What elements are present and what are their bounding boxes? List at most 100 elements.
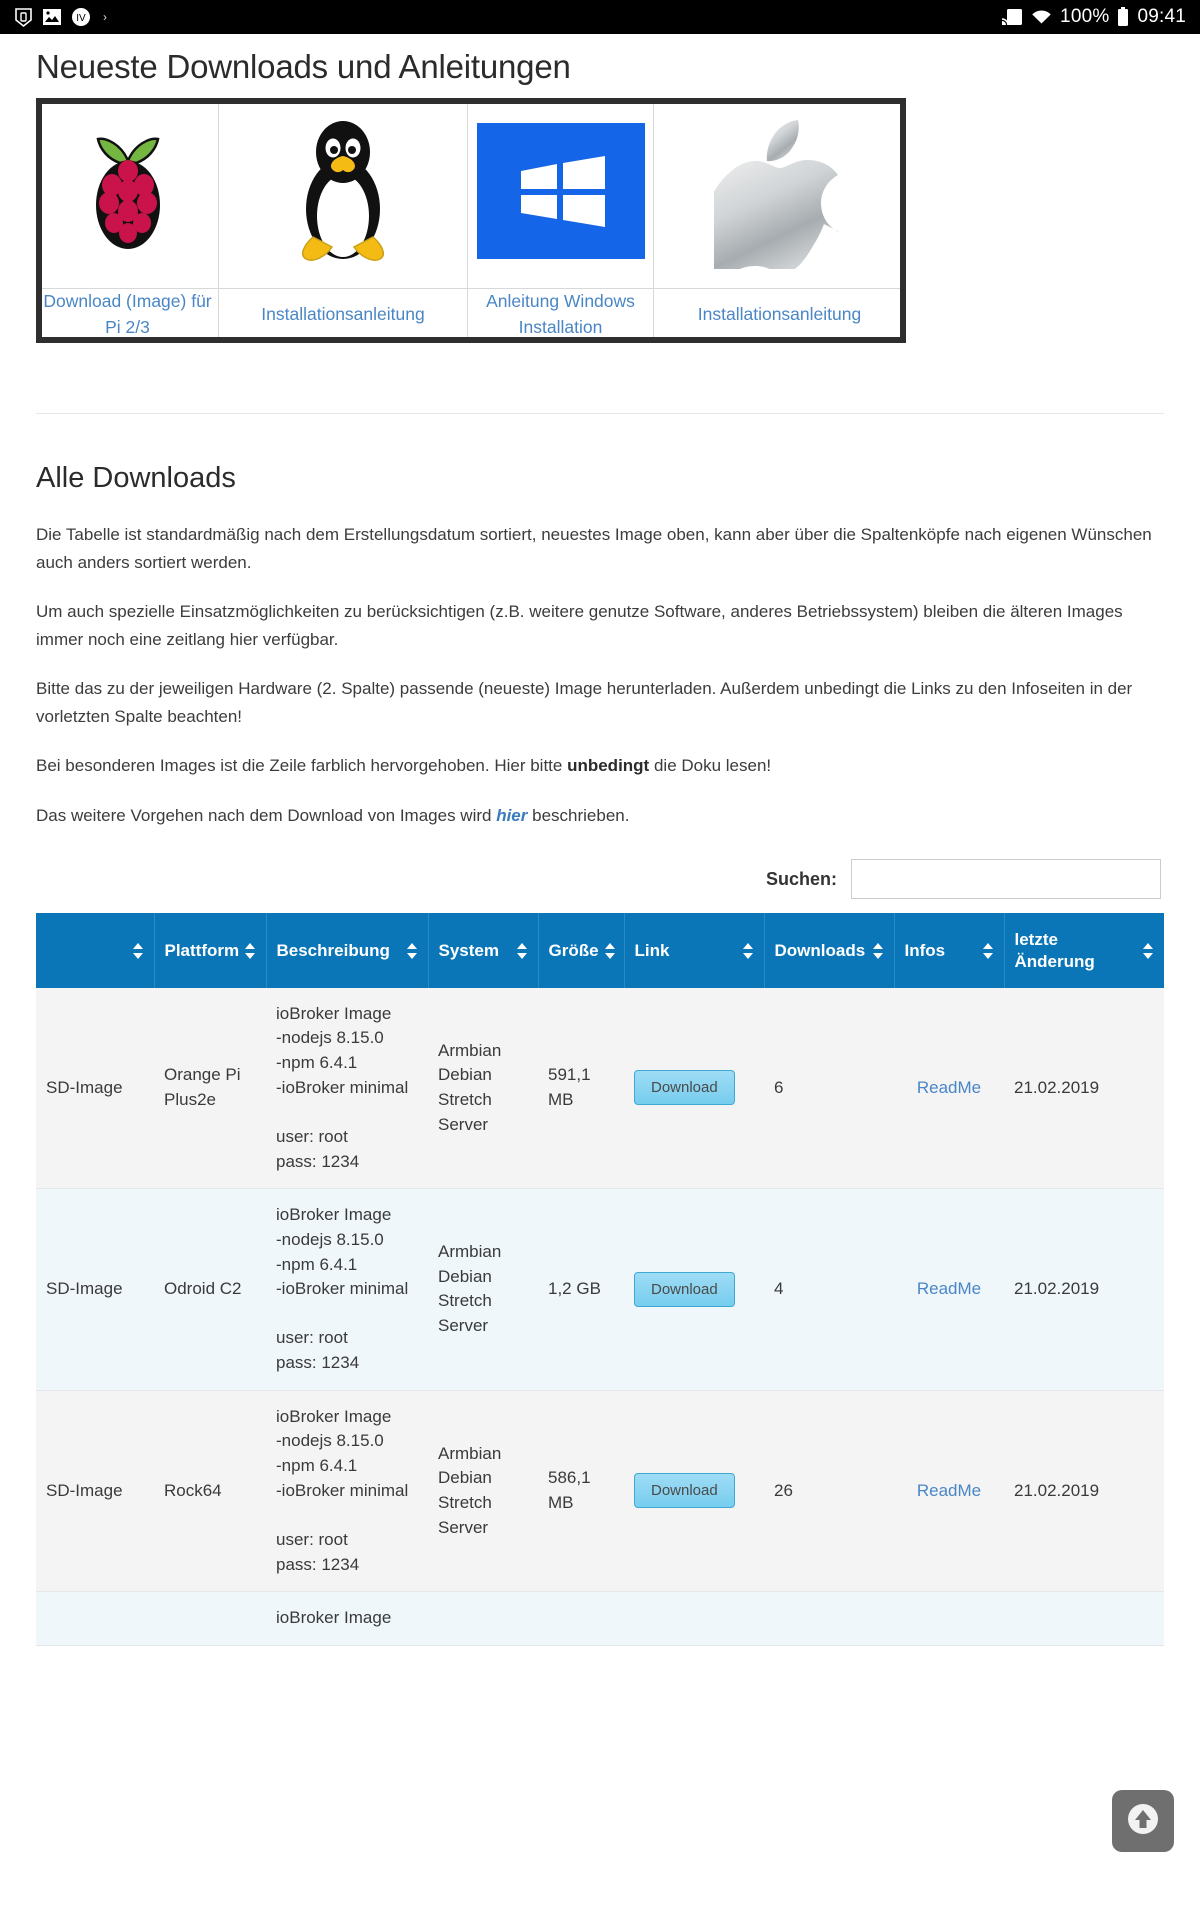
featured-link-cell-linux[interactable]: Installationsanleitung xyxy=(218,288,468,341)
download-button[interactable]: Download xyxy=(634,1070,735,1106)
sort-icon[interactable] xyxy=(742,942,754,960)
section-title: Alle Downloads xyxy=(36,462,236,494)
apple-logo-icon xyxy=(713,114,846,269)
sort-icon[interactable] xyxy=(982,942,994,960)
featured-links-row: Download (Image) für Pi 2/3 Installation… xyxy=(36,288,906,341)
featured-link-cell-raspberry[interactable]: Download (Image) für Pi 2/3 xyxy=(36,288,219,341)
cell-type xyxy=(36,1591,154,1646)
cell-link[interactable] xyxy=(624,1591,764,1646)
cell-downloads xyxy=(764,1591,894,1646)
download-button[interactable]: Download xyxy=(634,1473,735,1509)
search-input[interactable] xyxy=(851,859,1161,900)
featured-link-cell-windows[interactable]: Anleitung Windows Installation xyxy=(467,288,654,341)
cell-infos[interactable]: ReadMe xyxy=(894,1390,1004,1593)
arrow-up-circle-icon xyxy=(1126,1802,1160,1841)
paragraph-next-steps: Das weitere Vorgehen nach dem Download v… xyxy=(36,802,1164,830)
sort-icon[interactable] xyxy=(1143,942,1154,960)
cell-infos[interactable]: ReadMe xyxy=(894,1188,1004,1391)
downloads-table: Plattform Beschreibung System Größe Link… xyxy=(36,913,1164,1646)
cell-downloads: 6 xyxy=(764,987,894,1190)
paragraph-older-images: Um auch spezielle Einsatzmöglichkeiten z… xyxy=(36,602,1123,649)
cell-link[interactable]: Download xyxy=(624,1188,764,1391)
cell-infos[interactable] xyxy=(894,1591,1004,1646)
more-notifications-dot-icon: › xyxy=(103,10,107,24)
table-row[interactable]: ioBroker Image xyxy=(36,1591,1164,1646)
back-to-top-button[interactable] xyxy=(1112,1790,1174,1852)
column-header-plattform[interactable]: Plattform xyxy=(154,913,267,988)
column-header-type[interactable] xyxy=(36,913,155,988)
table-row[interactable]: SD-Image Orange Pi Plus2e ioBroker Image… xyxy=(36,987,1164,1190)
column-label-beschreibung: Beschreibung xyxy=(276,940,390,960)
cell-link[interactable]: Download xyxy=(624,987,764,1190)
featured-table: Download (Image) für Pi 2/3 Installation… xyxy=(36,98,906,341)
sort-icon[interactable] xyxy=(245,942,256,960)
paragraph-highlight-hint: Bei besonderen Images ist die Zeile farb… xyxy=(36,752,1164,780)
shield-icon xyxy=(14,7,33,28)
page-content: Neueste Downloads und Anleitungen Downlo… xyxy=(0,48,1200,1646)
featured-icons-row xyxy=(36,98,906,289)
column-header-infos[interactable]: Infos xyxy=(894,913,1005,988)
cell-type: SD-Image xyxy=(36,1188,154,1391)
paragraph-hardware-hint: Bitte das zu der jeweiligen Hardware (2.… xyxy=(36,679,1133,726)
readme-link[interactable]: ReadMe xyxy=(917,1078,981,1097)
hier-link[interactable]: hier xyxy=(496,806,527,825)
column-header-letzte-aenderung[interactable]: letzte Änderung xyxy=(1004,913,1164,988)
download-button[interactable]: Download xyxy=(634,1271,735,1307)
featured-downloads-block: Download (Image) für Pi 2/3 Installation… xyxy=(36,98,1164,343)
column-label-downloads: Downloads xyxy=(774,940,866,960)
table-row[interactable]: SD-Image Odroid C2 ioBroker Image -nodej… xyxy=(36,1188,1164,1391)
cell-type: SD-Image xyxy=(36,987,154,1190)
downloads-table-body: SD-Image Orange Pi Plus2e ioBroker Image… xyxy=(36,987,1164,1646)
clock-label: 09:41 xyxy=(1137,6,1186,27)
status-bar-right: 100% 09:41 xyxy=(1001,6,1186,28)
section-divider xyxy=(36,413,1164,414)
column-header-groesse[interactable]: Größe xyxy=(538,913,625,988)
column-header-beschreibung[interactable]: Beschreibung xyxy=(266,913,429,988)
cell-downloads: 26 xyxy=(764,1390,894,1593)
downloads-table-header-row: Plattform Beschreibung System Größe Link… xyxy=(36,913,1164,988)
highlight-hint-bold: unbedingt xyxy=(567,756,650,776)
column-header-system[interactable]: System xyxy=(428,913,539,988)
cell-description: ioBroker Image -nodejs 8.15.0 -npm 6.4.1… xyxy=(266,1390,428,1593)
featured-link-cell-apple[interactable]: Installationsanleitung xyxy=(653,288,906,341)
image-icon xyxy=(42,8,62,26)
cell-platform: Odroid C2 xyxy=(154,1188,266,1391)
cell-changed xyxy=(1004,1591,1164,1646)
cell-platform: Orange Pi Plus2e xyxy=(154,987,266,1190)
next-steps-suffix: beschrieben. xyxy=(527,805,630,825)
featured-link-raspberry[interactable]: Download (Image) für Pi 2/3 xyxy=(37,289,218,340)
sort-icon[interactable] xyxy=(132,942,144,960)
cell-link[interactable]: Download xyxy=(624,1390,764,1593)
cell-system: Armbian Debian Stretch Server xyxy=(428,987,538,1190)
cell-changed: 21.02.2019 xyxy=(1004,1390,1164,1593)
featured-cell-apple xyxy=(653,98,906,289)
table-row[interactable]: SD-Image Rock64 ioBroker Image -nodejs 8… xyxy=(36,1390,1164,1593)
raspberry-pi-logo-icon xyxy=(81,127,175,255)
svg-text:IV: IV xyxy=(76,13,86,24)
wifi-icon xyxy=(1031,9,1052,26)
cell-description: ioBroker Image xyxy=(266,1591,428,1646)
readme-link[interactable]: ReadMe xyxy=(917,1481,981,1500)
cell-changed: 21.02.2019 xyxy=(1004,987,1164,1190)
column-label-system: System xyxy=(438,940,499,960)
cell-changed: 21.02.2019 xyxy=(1004,1188,1164,1391)
windows-logo-icon xyxy=(476,123,645,259)
column-header-downloads[interactable]: Downloads xyxy=(764,913,895,988)
cell-infos[interactable]: ReadMe xyxy=(894,987,1004,1190)
column-header-link[interactable]: Link xyxy=(624,913,765,988)
featured-link-windows[interactable]: Anleitung Windows Installation xyxy=(468,289,653,340)
readme-link[interactable]: ReadMe xyxy=(917,1279,981,1298)
highlight-hint-prefix: Bei besonderen Images ist die Zeile farb… xyxy=(36,756,568,776)
sort-icon[interactable] xyxy=(872,942,884,960)
column-label-link: Link xyxy=(634,940,670,960)
sort-icon[interactable] xyxy=(604,942,616,960)
table-search-row: Suchen: xyxy=(36,859,1164,900)
cell-size: 586,1 MB xyxy=(538,1390,624,1593)
featured-link-linux[interactable]: Installationsanleitung xyxy=(219,302,467,327)
highlight-hint-suffix: die Doku lesen! xyxy=(649,756,772,776)
featured-link-apple[interactable]: Installationsanleitung xyxy=(654,302,905,327)
sort-icon[interactable] xyxy=(406,942,418,960)
sort-icon[interactable] xyxy=(516,942,528,960)
cell-downloads: 4 xyxy=(764,1188,894,1391)
search-label: Suchen: xyxy=(765,868,837,889)
